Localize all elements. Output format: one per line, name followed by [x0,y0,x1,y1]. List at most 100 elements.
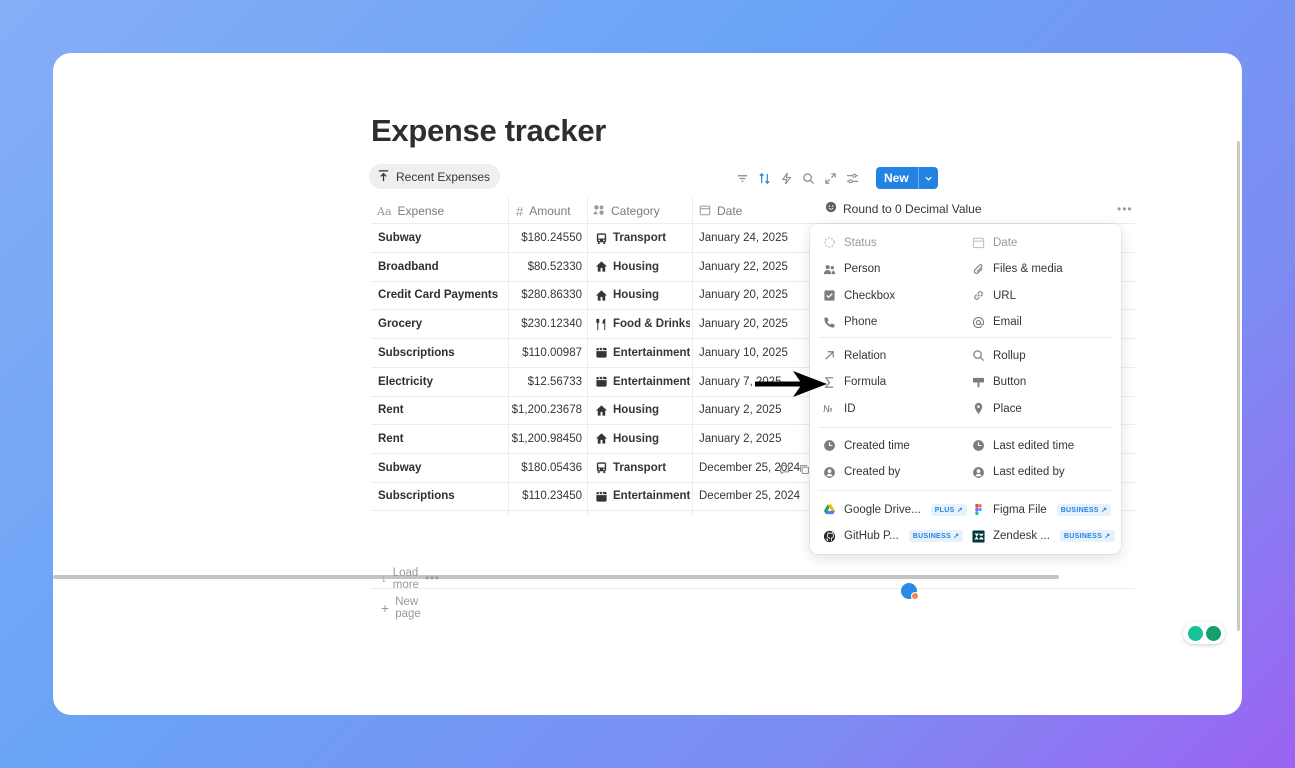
menu-divider [818,427,1113,428]
cell-date[interactable]: January 20, 2025 [699,281,815,309]
cell-amount[interactable]: $1,200.23678 [508,396,586,424]
column-header-expense[interactable]: Aa Expense [377,198,444,224]
cell-category[interactable]: Entertainment [595,368,690,396]
cell-category[interactable]: Housing [595,253,690,281]
column-header-category[interactable]: Category [593,198,660,224]
more-icon[interactable]: ••• [425,573,440,585]
cell-amount[interactable]: $80.52330 [508,253,586,281]
bus-icon [595,461,608,474]
database-toolbar: New [734,167,938,189]
cell-expense[interactable]: Electricity [378,368,506,396]
filter-icon[interactable] [734,168,750,188]
cell-amount[interactable]: $230.12340 [508,310,586,338]
cell-expense[interactable]: Subscriptions [378,339,506,367]
cell-amount[interactable]: $180.24550 [508,224,586,252]
cell-expense[interactable]: Grocery [378,310,506,338]
cell-expense[interactable]: Subway [378,224,506,252]
horizontal-scrollbar[interactable] [53,575,1059,579]
cell-amount[interactable]: $180.05436 [508,454,586,482]
cell-category[interactable]: Food & Drinks [595,310,690,338]
cell-expense[interactable]: Rent [378,425,506,453]
new-button[interactable]: New [876,167,938,189]
property-type-last-edited-by[interactable]: Last edited by [972,466,1065,479]
property-type-person[interactable]: Person [823,263,880,276]
property-type-zendesk[interactable]: Zendesk ... BUSINESS ↗ [972,529,1115,543]
new-property-header[interactable]: Round to 0 Decimal Value [825,201,982,216]
cell-amount[interactable]: $12.56733 [508,368,586,396]
fork-knife-icon [595,318,608,331]
property-type-email[interactable]: Email [972,316,1022,329]
cell-category[interactable]: Entertainment [595,339,690,367]
property-type-date[interactable]: Date [972,236,1017,249]
property-type-files-media[interactable]: Files & media [972,263,1063,276]
cell-category[interactable]: Transport [595,224,690,252]
pin-icon [972,402,985,415]
calendar-icon [699,204,711,219]
hash-icon: # [516,203,524,219]
cell-category[interactable]: Entertainment [595,482,690,510]
new-page-button[interactable]: + New page [381,596,421,620]
expand-icon[interactable] [822,168,838,188]
property-type-created-time[interactable]: Created time [823,439,910,452]
cell-expense[interactable]: Broadband [378,253,506,281]
github-icon [823,530,836,543]
property-type-github-p[interactable]: GitHub P... BUSINESS ↗ [823,530,964,543]
vertical-scrollbar[interactable] [1237,141,1240,631]
column-options-icon[interactable]: ••• [1117,202,1133,216]
comment-icon[interactable] [777,462,791,476]
lightbulb-icon[interactable] [1187,625,1203,641]
property-type-created-by[interactable]: Created by [823,466,900,479]
menu-divider [818,337,1113,338]
cell-date[interactable]: December 25, 2024 [699,482,815,510]
property-type-url[interactable]: URL [972,289,1016,302]
cell-amount[interactable]: $1,200.98450 [508,425,586,453]
cell-date[interactable]: January 10, 2025 [699,339,815,367]
property-type-google-drive[interactable]: Google Drive... PLUS ↗ [823,503,967,516]
relation-arrow-icon [823,349,836,362]
cell-category[interactable]: Housing [595,425,690,453]
lightning-icon[interactable] [778,168,794,188]
status-check-icon[interactable] [901,583,919,600]
property-type-rollup[interactable]: Rollup [972,349,1026,362]
property-type-status[interactable]: Status [823,236,877,249]
cell-date[interactable]: January 2, 2025 [699,425,815,453]
copy-icon[interactable] [797,462,811,476]
cell-expense[interactable]: Subscriptions [378,482,506,510]
property-type-relation[interactable]: Relation [823,349,886,362]
page-title[interactable]: Expense tracker [371,113,606,149]
cell-category[interactable]: Housing [595,281,690,309]
cell-expense[interactable]: Subway [378,454,506,482]
view-tab-recent-expenses[interactable]: Recent Expenses [369,164,501,189]
settings-sliders-icon[interactable] [844,168,860,188]
grammarly-icon[interactable] [1205,625,1221,641]
grammarly-widget[interactable] [1183,622,1225,644]
cell-date[interactable]: January 20, 2025 [699,310,815,338]
property-type-phone[interactable]: Phone [823,316,877,329]
property-type-last-edited-time[interactable]: Last edited time [972,439,1074,452]
chevron-down-icon[interactable] [917,167,938,189]
cell-amount[interactable]: $280.86330 [508,281,586,309]
property-type-formula[interactable]: Formula [823,376,886,389]
cell-expense[interactable]: Rent [378,396,506,424]
column-header-amount[interactable]: # Amount [516,198,571,224]
property-type-figma-file[interactable]: Figma File BUSINESS ↗ [972,503,1112,516]
cell-amount[interactable]: $110.23450 [508,482,586,510]
button-icon [972,376,985,389]
cell-category[interactable]: Housing [595,396,690,424]
cell-date[interactable]: January 22, 2025 [699,253,815,281]
cell-date[interactable]: January 24, 2025 [699,224,815,252]
clapper-icon [595,346,608,359]
property-type-checkbox[interactable]: Checkbox [823,289,895,302]
property-type-place[interactable]: Place [972,402,1022,415]
cell-amount[interactable]: $110.00987 [508,339,586,367]
load-more-button[interactable]: ↓ Load more ••• [381,567,440,591]
clapper-icon [595,375,608,388]
sort-icon[interactable] [756,168,772,188]
column-header-date[interactable]: Date [699,198,742,224]
search-icon[interactable] [800,168,816,188]
cell-category[interactable]: Transport [595,454,690,482]
cell-expense[interactable]: Credit Card Payments [378,281,506,309]
menu-divider [818,490,1113,491]
property-type-button[interactable]: Button [972,376,1026,389]
house-icon [595,289,608,302]
